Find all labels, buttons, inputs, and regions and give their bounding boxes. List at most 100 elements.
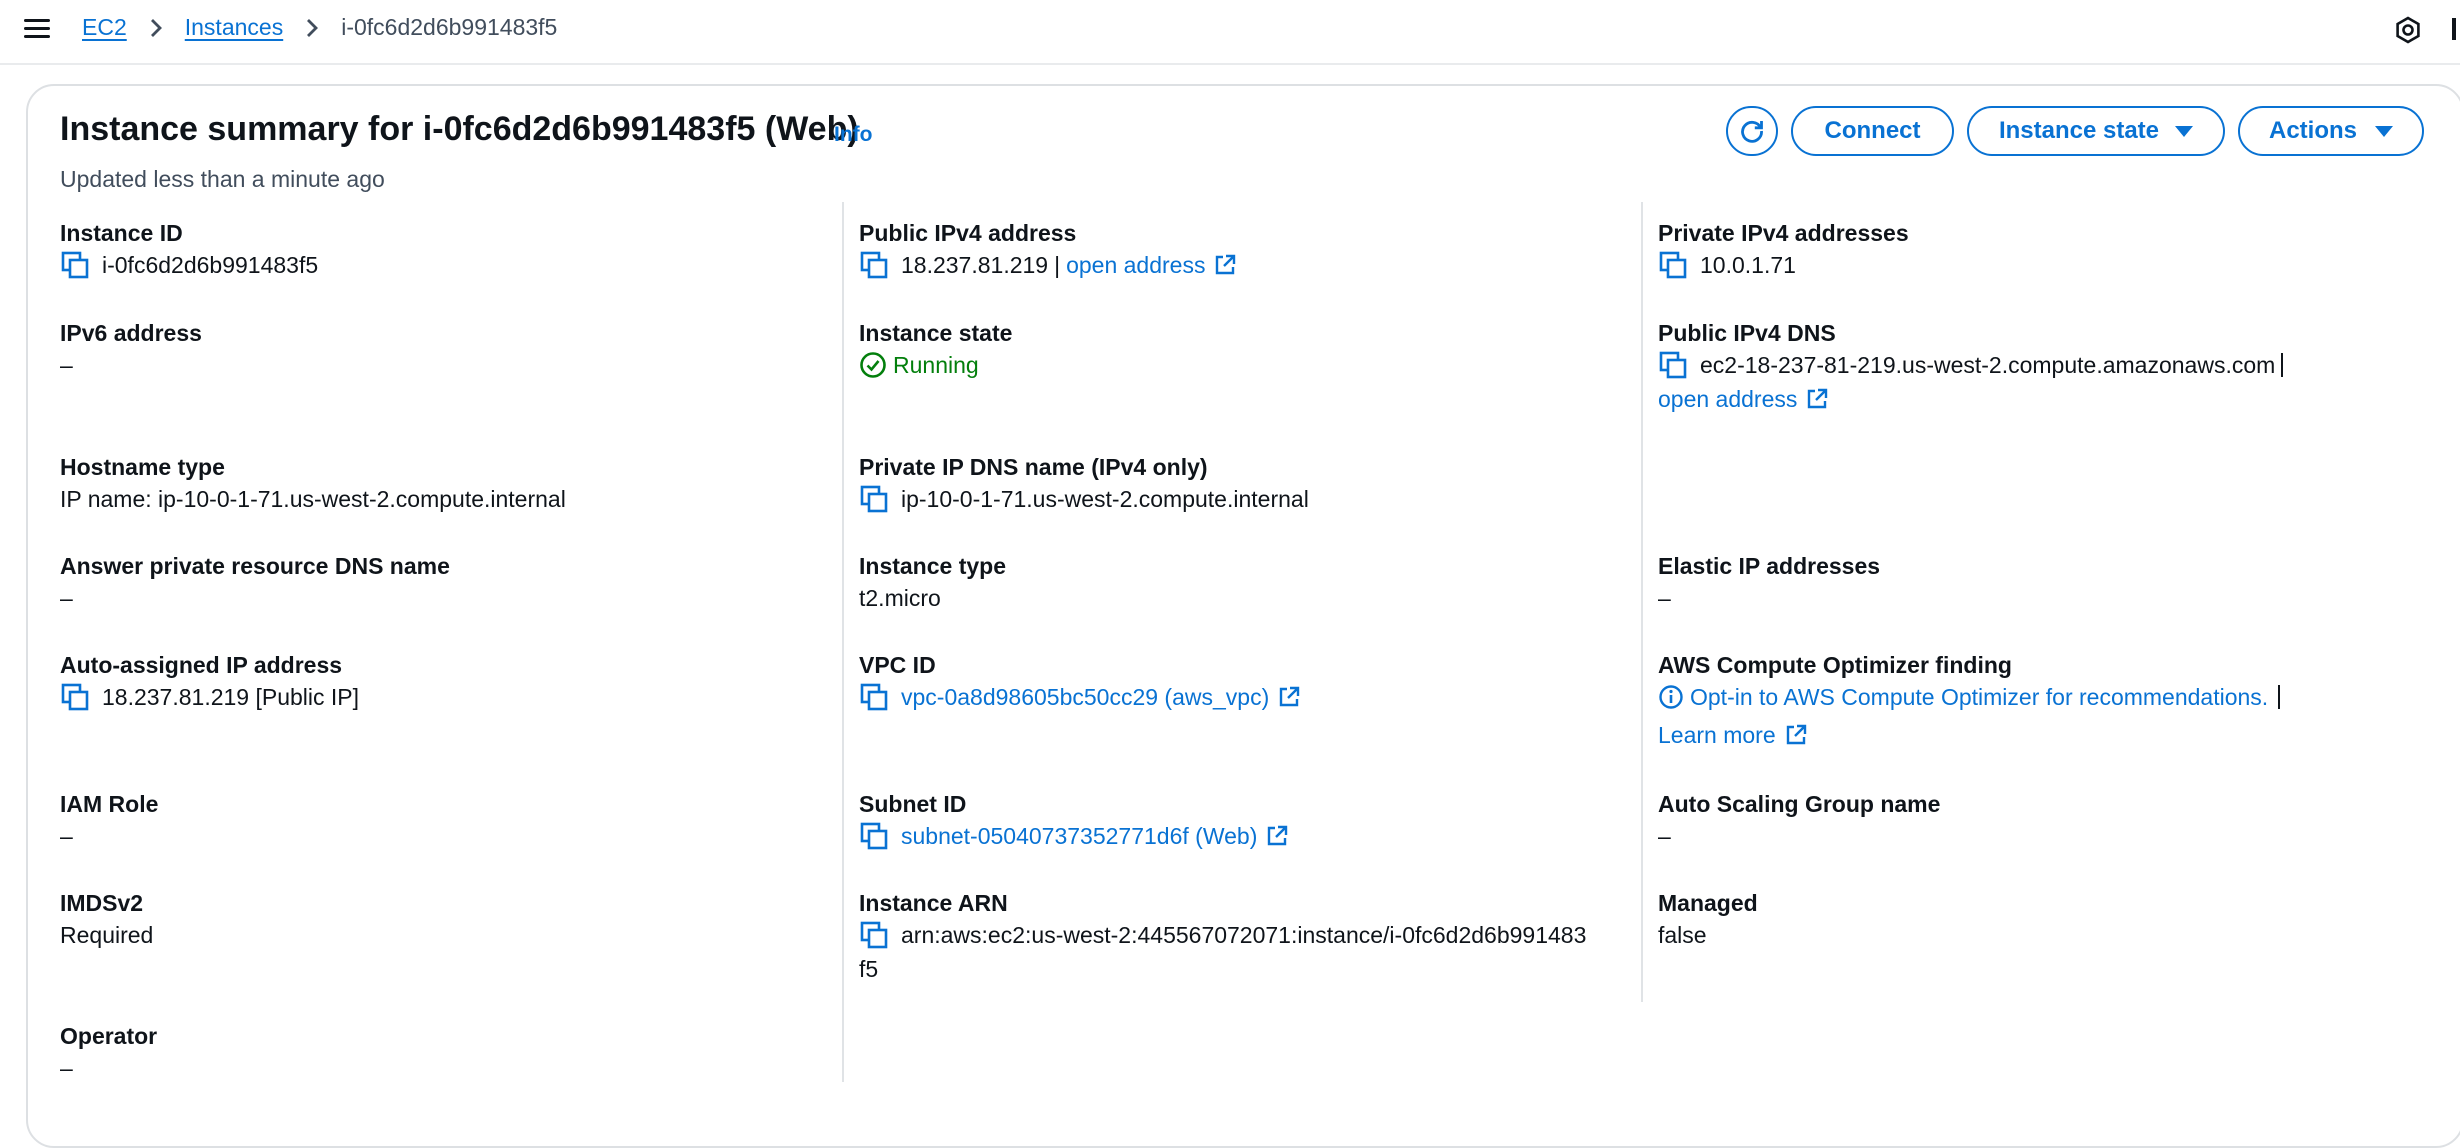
vpc-id-value-row: vpc-0a8d98605bc50cc29 (aws_vpc) xyxy=(859,680,1301,714)
updated-text: Updated less than a minute ago xyxy=(60,166,385,192)
optimizer-learn-more-row: Learn more xyxy=(1658,718,2280,752)
breadcrumb-instances-link[interactable]: Instances xyxy=(185,14,283,41)
copy-icon[interactable] xyxy=(859,821,889,851)
info-circle-icon xyxy=(1659,685,1683,709)
imdsv2-value: Required xyxy=(60,922,154,948)
asg-name-field: Auto Scaling Group name – xyxy=(1658,789,1940,853)
column-divider xyxy=(1641,202,1643,1002)
managed-field: Managed false xyxy=(1658,888,1758,952)
imdsv2-label: IMDSv2 xyxy=(60,890,144,916)
private-dns-value-row: ip-10-0-1-71.us-west-2.compute.internal xyxy=(859,482,1309,516)
external-link-icon[interactable] xyxy=(1265,824,1289,848)
copy-icon[interactable] xyxy=(1658,250,1688,280)
instance-state-label: Instance state xyxy=(1998,117,2160,144)
private-dns-value: ip-10-0-1-71.us-west-2.compute.internal xyxy=(901,486,1309,512)
instance-type-field: Instance type t2.micro xyxy=(859,551,1006,615)
instance-summary-container xyxy=(26,84,2460,1148)
public-dns-label: Public IPv4 DNS xyxy=(1658,320,1836,346)
breadcrumb: EC2 Instances i-0fc6d2d6b991483f5 xyxy=(82,14,557,41)
iam-role-value: – xyxy=(60,823,73,849)
caret-down-icon xyxy=(2175,125,2194,137)
answer-dns-value: – xyxy=(60,585,73,611)
subnet-id-field: Subnet ID subnet-05040737352771d6f (Web) xyxy=(859,789,1289,853)
breadcrumb-ec2-link[interactable]: EC2 xyxy=(82,14,127,41)
actions-button[interactable]: Actions xyxy=(2238,106,2424,156)
public-dns-value-row: ec2-18-237-81-219.us-west-2.compute.amaz… xyxy=(1658,348,2284,382)
elastic-ip-value: – xyxy=(1658,585,1671,611)
instance-state-field: Instance state Running xyxy=(859,318,1012,382)
private-ipv4-field: Private IPv4 addresses 10.0.1.71 xyxy=(1658,218,1909,282)
managed-label: Managed xyxy=(1658,890,1758,916)
instance-state-label: Instance state xyxy=(859,320,1013,346)
iam-role-label: IAM Role xyxy=(60,791,159,817)
optimizer-opt-in-link[interactable]: Opt-in to AWS Compute Optimizer for reco… xyxy=(1690,680,2268,714)
imdsv2-field: IMDSv2 Required xyxy=(60,888,153,952)
menu-icon[interactable] xyxy=(24,17,52,41)
auto-ip-label: Auto-assigned IP address xyxy=(60,652,343,678)
instance-state-button[interactable]: Instance state xyxy=(1967,106,2225,156)
copy-icon[interactable] xyxy=(859,682,889,712)
external-link-icon[interactable] xyxy=(1277,685,1301,709)
instance-id-value: i-0fc6d2d6b991483f5 xyxy=(102,252,319,278)
instance-state-value-row: Running xyxy=(859,348,1012,382)
edge-indicator xyxy=(2452,18,2456,40)
public-dns-link-row: open address xyxy=(1658,382,2283,416)
copy-icon[interactable] xyxy=(859,250,889,280)
instance-arn-value-line2: f5 xyxy=(859,956,879,982)
answer-dns-field: Answer private resource DNS name – xyxy=(60,551,450,615)
ipv6-field: IPv6 address – xyxy=(60,318,202,382)
optimizer-value-row: Opt-in to AWS Compute Optimizer for reco… xyxy=(1658,680,2281,714)
instance-arn-field: Instance ARN arn:aws:ec2:us-west-2:44556… xyxy=(859,888,1586,986)
private-ipv4-value-row: 10.0.1.71 xyxy=(1658,248,1909,282)
top-navigation: EC2 Instances i-0fc6d2d6b991483f5 xyxy=(0,0,2460,65)
chevron-right-icon xyxy=(149,17,163,39)
instance-arn-value-line1: arn:aws:ec2:us-west-2:445567072071:insta… xyxy=(901,922,1587,948)
instance-state-value: Running xyxy=(893,352,979,378)
separator-bar xyxy=(2281,353,2284,377)
private-ipv4-value: 10.0.1.71 xyxy=(1700,252,1796,278)
operator-value: – xyxy=(60,1055,73,1081)
public-ipv4-field: Public IPv4 address 18.237.81.219 | open… xyxy=(859,218,1237,282)
optimizer-field: AWS Compute Optimizer finding Opt-in to … xyxy=(1658,650,2281,752)
hostname-type-label: Hostname type xyxy=(60,454,225,480)
operator-field: Operator – xyxy=(60,1021,157,1085)
status-success-icon xyxy=(860,352,886,378)
copy-icon[interactable] xyxy=(60,250,90,280)
instance-id-label: Instance ID xyxy=(60,220,183,246)
subnet-id-link[interactable]: subnet-05040737352771d6f (Web) xyxy=(901,819,1257,853)
hostname-type-value: IP name: ip-10-0-1-71.us-west-2.compute.… xyxy=(60,486,566,512)
instance-id-field: Instance ID i-0fc6d2d6b991483f5 xyxy=(60,218,318,282)
instance-arn-label: Instance ARN xyxy=(859,890,1008,916)
vpc-id-field: VPC ID vpc-0a8d98605bc50cc29 (aws_vpc) xyxy=(859,650,1301,714)
open-address-link[interactable]: open address xyxy=(1658,382,1797,416)
hostname-type-field: Hostname type IP name: ip-10-0-1-71.us-w… xyxy=(60,452,566,516)
info-link[interactable]: Info xyxy=(834,123,872,147)
copy-icon[interactable] xyxy=(60,682,90,712)
public-ipv4-value: 18.237.81.219 xyxy=(901,252,1049,278)
actions-label: Actions xyxy=(2268,117,2357,144)
asg-name-value: – xyxy=(1658,823,1671,849)
open-address-link[interactable]: open address xyxy=(1066,248,1205,282)
chevron-right-icon xyxy=(305,17,319,39)
external-link-icon[interactable] xyxy=(1784,723,1808,747)
copy-icon[interactable] xyxy=(859,484,889,514)
vpc-id-link[interactable]: vpc-0a8d98605bc50cc29 (aws_vpc) xyxy=(901,680,1269,714)
ipv6-value: – xyxy=(60,352,73,378)
elastic-ip-field: Elastic IP addresses – xyxy=(1658,551,1880,615)
column-divider xyxy=(842,202,844,1082)
vpc-id-label: VPC ID xyxy=(859,652,936,678)
connect-button[interactable]: Connect xyxy=(1791,106,1954,156)
external-link-icon[interactable] xyxy=(1213,253,1237,277)
copy-icon[interactable] xyxy=(859,920,889,950)
private-ipv4-label: Private IPv4 addresses xyxy=(1658,220,1909,246)
auto-ip-value: 18.237.81.219 [Public IP] xyxy=(102,684,360,710)
external-link-icon[interactable] xyxy=(1805,387,1829,411)
copy-icon[interactable] xyxy=(1658,350,1688,380)
learn-more-link[interactable]: Learn more xyxy=(1658,718,1776,752)
managed-value: false xyxy=(1658,922,1707,948)
auto-ip-value-row: 18.237.81.219 [Public IP] xyxy=(60,680,359,714)
refresh-button[interactable] xyxy=(1726,106,1778,156)
notifications-icon[interactable] xyxy=(2394,16,2422,44)
private-dns-field: Private IP DNS name (IPv4 only) ip-10-0-… xyxy=(859,452,1309,516)
separator-bar xyxy=(2278,685,2281,709)
